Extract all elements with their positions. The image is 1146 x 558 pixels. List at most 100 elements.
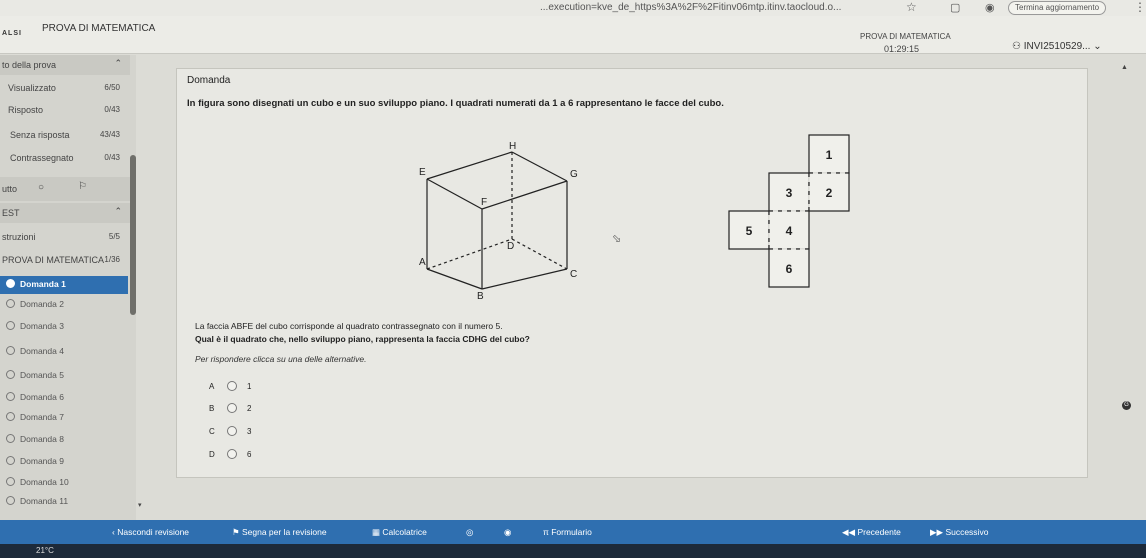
calculator-icon: ▦ xyxy=(372,527,383,537)
browser-toolbar: ...execution=kve_de_https%3A%2F%2Fitinv0… xyxy=(0,0,1146,16)
sidebar-scrollbar[interactable] xyxy=(130,155,136,315)
weather-temperature: 21°C xyxy=(36,546,54,555)
mouse-cursor-icon: ⬂ xyxy=(612,233,622,245)
extensions-icon[interactable]: ▢ xyxy=(950,1,960,14)
sidebar: to della prova ⌃ Visualizzato 6/50 Rispos… xyxy=(0,55,142,520)
radio-icon xyxy=(6,392,15,401)
net-face-2: 2 xyxy=(826,186,833,200)
filter-bar: utto ○ ⚐ xyxy=(0,177,130,201)
radio-icon[interactable] xyxy=(227,449,237,459)
question-prompt: Qual è il quadrato che, nello sviluppo p… xyxy=(195,334,530,344)
test-name: PROVA DI MATEMATICA xyxy=(860,32,951,41)
instructions-item[interactable]: struzioni 5/5 xyxy=(0,232,130,246)
hide-review-button[interactable]: ‹ Nascondi revisione xyxy=(112,527,189,537)
profile-icon[interactable]: ◉ xyxy=(985,1,995,14)
formulary-button[interactable]: π Formulario xyxy=(543,527,592,537)
part-item[interactable]: PROVA DI MATEMATICA 1/36 xyxy=(0,255,130,269)
question-item-2[interactable]: Domanda 2 xyxy=(0,296,128,314)
question-item-11[interactable]: Domanda 11 xyxy=(0,493,128,511)
previous-button[interactable]: ◀◀ Precedente xyxy=(842,527,901,538)
stat-viewed: Visualizzato 6/50 xyxy=(8,83,120,93)
vertex-label-f: F xyxy=(481,197,487,208)
cube-net-figure: 1 3 2 5 4 6 xyxy=(728,134,850,288)
question-intro: In figura sono disegnati un cubo e un su… xyxy=(187,98,724,109)
user-icon: ⚇ xyxy=(1012,41,1024,52)
question-item-9[interactable]: Domanda 9 xyxy=(0,453,128,471)
settings-icon[interactable]: ◉ xyxy=(504,527,511,538)
timer-toggle-icon[interactable]: ◎ xyxy=(466,527,473,538)
option-b[interactable]: B2 xyxy=(209,403,269,417)
pi-icon: π xyxy=(543,527,552,537)
next-button[interactable]: ▶▶ Successivo xyxy=(930,527,988,538)
radio-icon xyxy=(6,496,15,505)
vertex-label-d: D xyxy=(507,241,514,252)
user-id: INVI2510529... xyxy=(1023,41,1091,52)
question-item-7[interactable]: Domanda 7 xyxy=(0,409,128,427)
vertex-label-a: A xyxy=(419,257,426,268)
radio-icon xyxy=(6,346,15,355)
radio-icon xyxy=(6,321,15,330)
app-header: ALSI PROVA DI MATEMATICA PROVA DI MATEMA… xyxy=(0,16,1146,54)
user-menu[interactable]: ⚇ INVI2510529... ⌄ xyxy=(1012,41,1102,52)
update-button[interactable]: Termina aggiornamento xyxy=(1008,1,1107,15)
stat-answered: Risposto 0/43 xyxy=(8,105,120,115)
radio-icon xyxy=(6,412,15,421)
question-header: Domanda xyxy=(187,75,231,86)
chevron-up-icon: ⌃ xyxy=(114,58,122,68)
bottom-toolbar: ‹ Nascondi revisione ⚑ Segna per la revi… xyxy=(0,520,1146,544)
net-face-6: 6 xyxy=(786,262,793,276)
question-item-3[interactable]: Domanda 3 xyxy=(0,318,128,336)
os-taskbar: 21°C xyxy=(0,544,1146,558)
vertex-label-e: E xyxy=(419,167,426,178)
question-item-8[interactable]: Domanda 8 xyxy=(0,431,128,449)
vertex-label-c: C xyxy=(570,269,577,280)
radio-icon[interactable] xyxy=(227,381,237,391)
logo: ALSI xyxy=(2,30,22,37)
test-overview-header[interactable]: to della prova ⌃ xyxy=(0,55,130,75)
question-panel: Domanda In figura sono disegnati un cubo… xyxy=(176,68,1088,478)
radio-icon xyxy=(6,456,15,465)
app-title: PROVA DI MATEMATICA xyxy=(42,23,156,34)
stat-flagged: Contrassegnato 0/43 xyxy=(10,153,120,163)
flag-filter-icon[interactable]: ⚐ xyxy=(78,181,87,192)
radio-icon[interactable] xyxy=(227,426,237,436)
net-face-3: 3 xyxy=(786,186,793,200)
filter-all[interactable]: utto xyxy=(2,184,17,194)
question-instruction: Per rispondere clicca su una delle alter… xyxy=(195,354,367,364)
question-item-6[interactable]: Domanda 6 xyxy=(0,389,128,407)
net-face-1: 1 xyxy=(826,148,833,162)
question-item-10[interactable]: Domanda 10 xyxy=(0,474,128,492)
mark-review-button[interactable]: ⚑ Segna per la revisione xyxy=(232,527,327,538)
chevron-down-icon: ⌄ xyxy=(1093,41,1102,52)
test-section-header[interactable]: EST ⌃ xyxy=(0,203,130,223)
chevron-down-icon[interactable]: ▾ xyxy=(138,501,142,509)
address-bar[interactable]: ...execution=kve_de_https%3A%2F%2Fitinv0… xyxy=(540,2,841,13)
bookmark-star-icon[interactable]: ☆ xyxy=(906,0,917,14)
calculator-button[interactable]: ▦ Calcolatrice xyxy=(372,527,427,538)
option-d[interactable]: D6 xyxy=(209,449,269,463)
vertex-label-b: B xyxy=(477,291,484,299)
radio-icon xyxy=(6,279,15,288)
flag-icon: ⚑ xyxy=(232,527,242,537)
radio-icon xyxy=(6,434,15,443)
radio-icon[interactable] xyxy=(227,403,237,413)
scroll-up-icon[interactable]: ▲ xyxy=(1121,64,1128,71)
question-item-4[interactable]: Domanda 4 xyxy=(0,343,128,361)
cube-figure: H E G F D A C B xyxy=(419,141,578,299)
option-a[interactable]: A1 xyxy=(209,381,269,395)
question-item-1[interactable]: Domanda 1 xyxy=(0,276,128,294)
option-c[interactable]: C3 xyxy=(209,426,269,440)
radio-icon xyxy=(6,477,15,486)
radio-icon xyxy=(6,370,15,379)
question-statement: La faccia ABFE del cubo corrisponde al q… xyxy=(195,321,503,331)
unanswered-filter-icon[interactable]: ○ xyxy=(38,182,44,193)
chevron-up-icon: ⌃ xyxy=(114,206,122,216)
fast-forward-icon: ▶▶ xyxy=(930,527,946,537)
rewind-icon: ◀◀ xyxy=(842,527,858,537)
g-badge-icon[interactable]: G xyxy=(1122,401,1131,410)
question-item-5[interactable]: Domanda 5 xyxy=(0,367,128,385)
timer: 01:29:15 xyxy=(884,44,920,54)
menu-kebab-icon[interactable]: ⋮ xyxy=(1134,0,1146,14)
radio-icon xyxy=(6,299,15,308)
vertex-label-g: G xyxy=(570,169,578,180)
